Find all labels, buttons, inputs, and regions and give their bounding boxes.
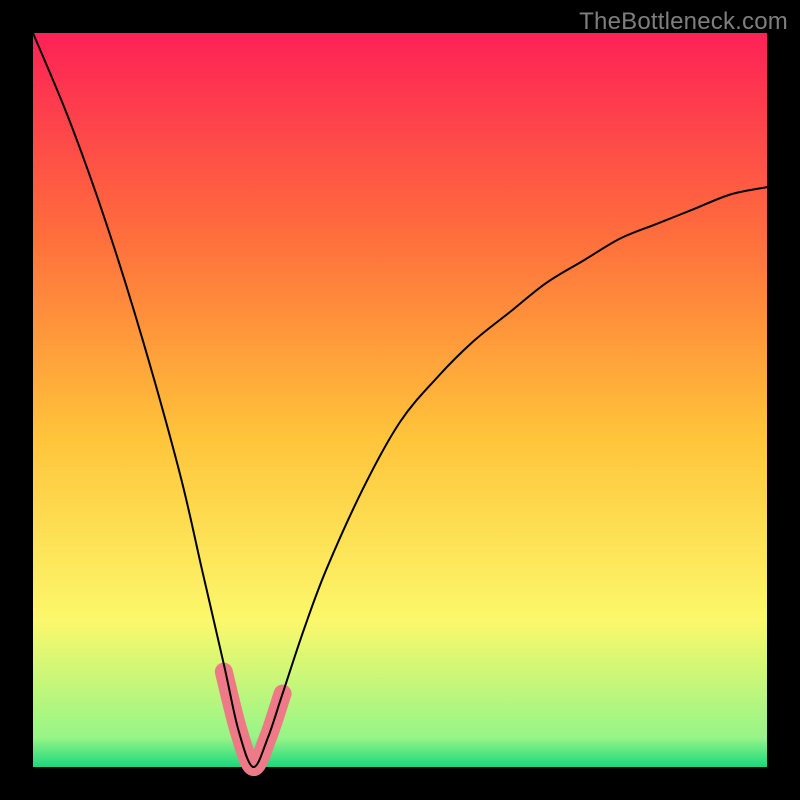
curve-svg xyxy=(33,33,767,767)
bottleneck-curve-line xyxy=(33,33,767,767)
watermark-text: TheBottleneck.com xyxy=(579,8,788,36)
plot-area xyxy=(33,33,767,767)
outer-frame: TheBottleneck.com xyxy=(0,0,800,800)
